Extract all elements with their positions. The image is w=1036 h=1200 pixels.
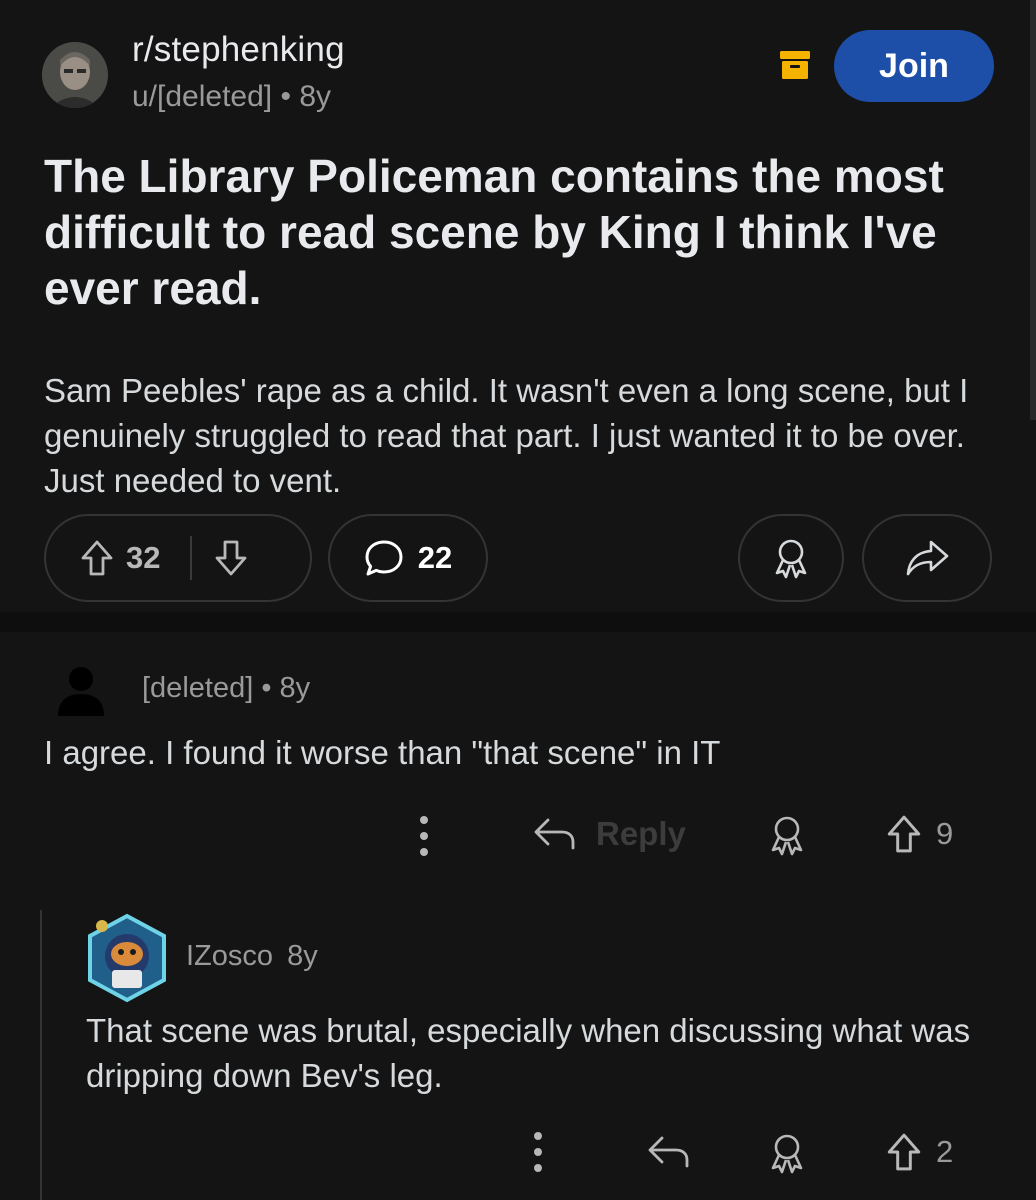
- award-button[interactable]: [738, 514, 844, 602]
- meta-separator: •: [280, 80, 291, 113]
- comment-upvote-count: 2: [936, 1134, 954, 1169]
- post-card: r/stephenking u/[deleted] • 8y Join The …: [0, 0, 1036, 612]
- join-button[interactable]: Join: [834, 30, 994, 102]
- reply-icon: [534, 818, 575, 850]
- comment-author[interactable]: IZosco: [186, 940, 273, 972]
- share-icon: [906, 540, 949, 576]
- share-button[interactable]: [862, 514, 992, 602]
- reply-icon[interactable]: [646, 1132, 690, 1172]
- upvote-icon[interactable]: [80, 539, 114, 577]
- comment-text: I agree. I found it worse than "that sce…: [44, 734, 721, 771]
- scrollbar[interactable]: [1030, 0, 1036, 420]
- user-avatar[interactable]: [84, 912, 170, 1004]
- comment-text: That scene was brutal, especially when d…: [86, 1012, 971, 1094]
- subreddit-name[interactable]: r/stephenking: [132, 30, 345, 70]
- comment-count: 22: [417, 540, 453, 575]
- comment-author[interactable]: [deleted]: [142, 672, 253, 704]
- reply-label: Reply: [596, 815, 686, 852]
- upvote-count: 32: [126, 540, 161, 575]
- more-options-icon[interactable]: [416, 814, 432, 858]
- comment-upvote-count: 9: [936, 816, 954, 851]
- comment-age: 8y: [287, 940, 318, 972]
- comment-vote: 2: [886, 1132, 953, 1172]
- archive-icon: [780, 51, 810, 79]
- upvote-icon[interactable]: [886, 814, 922, 854]
- comment-icon: [365, 540, 403, 576]
- comment-meta: [deleted] • 8y: [142, 672, 310, 705]
- vote-divider: [190, 536, 193, 580]
- person-icon[interactable]: [56, 664, 106, 718]
- reply-button[interactable]: Reply: [532, 814, 686, 854]
- comments-button[interactable]: 22: [328, 514, 488, 602]
- award-icon[interactable]: [764, 1130, 810, 1176]
- subreddit-avatar[interactable]: [42, 42, 108, 108]
- post-meta: u/[deleted] • 8y: [132, 80, 331, 114]
- vote-bar: 32: [44, 514, 312, 602]
- comment-age: 8y: [279, 672, 311, 704]
- downvote-icon[interactable]: [214, 539, 248, 577]
- award-icon[interactable]: [764, 812, 810, 858]
- post-title[interactable]: The Library Policeman contains the most …: [44, 148, 1004, 316]
- award-icon: [775, 539, 807, 579]
- thread-line[interactable]: [40, 910, 42, 1200]
- comment-meta: IZosco 8y: [186, 940, 318, 973]
- upvote-icon[interactable]: [886, 1132, 922, 1172]
- more-options-icon[interactable]: [530, 1130, 546, 1174]
- post-author[interactable]: u/[deleted]: [132, 80, 272, 113]
- meta-separator: •: [261, 672, 272, 704]
- post-age: 8y: [299, 80, 332, 113]
- comment-vote: 9: [886, 814, 953, 854]
- post-body: Sam Peebles' rape as a child. It wasn't …: [44, 372, 969, 499]
